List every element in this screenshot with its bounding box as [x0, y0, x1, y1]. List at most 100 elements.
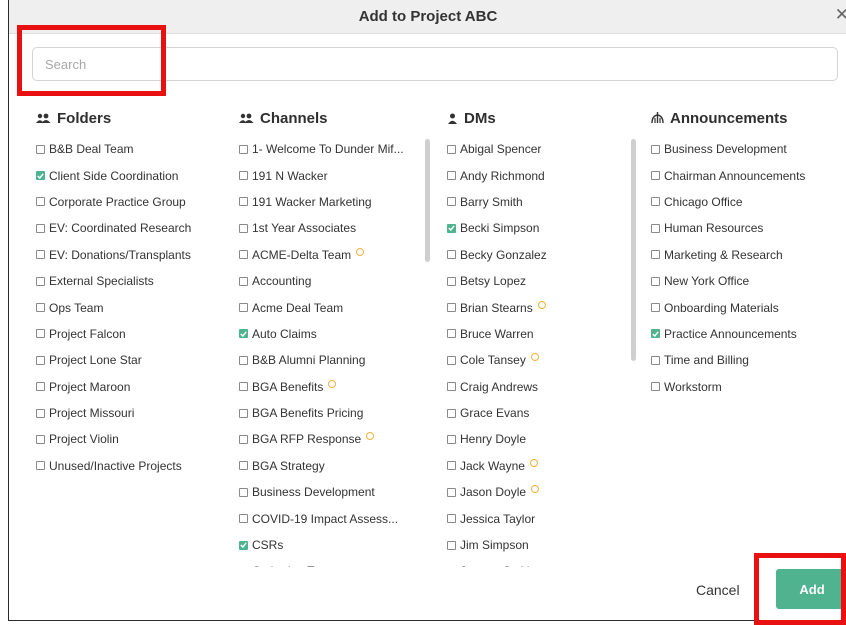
- checkbox-checked[interactable]: [651, 329, 660, 339]
- dm-item[interactable]: Becky Gonzalez: [447, 242, 547, 268]
- checkbox[interactable]: [651, 276, 660, 286]
- channel-item[interactable]: Business Development: [239, 479, 404, 505]
- checkbox[interactable]: [447, 487, 456, 497]
- checkbox[interactable]: [239, 382, 248, 392]
- folder-item[interactable]: Ops Team: [36, 294, 191, 320]
- checkbox-checked[interactable]: [36, 171, 45, 181]
- checkbox[interactable]: [651, 250, 660, 260]
- checkbox[interactable]: [651, 144, 660, 154]
- checkbox[interactable]: [239, 223, 248, 233]
- dms-scrollbar[interactable]: [631, 139, 636, 361]
- checkbox[interactable]: [36, 144, 45, 154]
- checkbox[interactable]: [239, 514, 248, 524]
- announcement-item[interactable]: Chairman Announcements: [651, 162, 805, 188]
- channel-item[interactable]: Acme Deal Team: [239, 294, 404, 320]
- checkbox[interactable]: [447, 250, 456, 260]
- checkbox[interactable]: [36, 382, 45, 392]
- checkbox[interactable]: [447, 408, 456, 418]
- checkbox[interactable]: [239, 144, 248, 154]
- checkbox[interactable]: [447, 540, 456, 550]
- announcement-item[interactable]: Time and Billing: [651, 347, 805, 373]
- checkbox[interactable]: [447, 197, 456, 207]
- dm-item[interactable]: Bruce Warren: [447, 321, 547, 347]
- channel-item[interactable]: CSRs: [239, 532, 404, 558]
- checkbox[interactable]: [447, 461, 456, 471]
- channel-item[interactable]: BGA Benefits Pricing: [239, 400, 404, 426]
- checkbox[interactable]: [447, 434, 456, 444]
- checkbox[interactable]: [447, 144, 456, 154]
- checkbox[interactable]: [651, 303, 660, 313]
- checkbox[interactable]: [36, 408, 45, 418]
- announcement-item[interactable]: Human Resources: [651, 215, 805, 241]
- dm-item[interactable]: Betsy Lopez: [447, 268, 547, 294]
- checkbox[interactable]: [36, 434, 45, 444]
- dm-item[interactable]: Barry Smith: [447, 189, 547, 215]
- checkbox[interactable]: [239, 197, 248, 207]
- checkbox[interactable]: [239, 461, 248, 471]
- channel-item[interactable]: Auto Claims: [239, 321, 404, 347]
- checkbox[interactable]: [651, 197, 660, 207]
- dm-item[interactable]: Andy Richmond: [447, 162, 547, 188]
- checkbox-checked[interactable]: [239, 329, 248, 339]
- checkbox-checked[interactable]: [239, 540, 248, 550]
- checkbox[interactable]: [651, 355, 660, 365]
- checkbox[interactable]: [447, 355, 456, 365]
- checkbox[interactable]: [447, 276, 456, 286]
- folder-item[interactable]: EV: Coordinated Research: [36, 215, 191, 241]
- checkbox[interactable]: [36, 197, 45, 207]
- announcement-item[interactable]: Practice Announcements: [651, 321, 805, 347]
- channel-item[interactable]: B&B Alumni Planning: [239, 347, 404, 373]
- checkbox[interactable]: [36, 250, 45, 260]
- channel-item[interactable]: 191 N Wacker: [239, 162, 404, 188]
- search-input[interactable]: [32, 47, 838, 81]
- close-icon[interactable]: ✕: [835, 5, 846, 25]
- channel-item[interactable]: BGA Benefits: [239, 374, 404, 400]
- checkbox[interactable]: [239, 276, 248, 286]
- announcement-item[interactable]: Chicago Office: [651, 189, 805, 215]
- checkbox[interactable]: [36, 329, 45, 339]
- checkbox-checked[interactable]: [447, 223, 456, 233]
- folder-item[interactable]: EV: Donations/Transplants: [36, 242, 191, 268]
- checkbox[interactable]: [447, 329, 456, 339]
- dm-item[interactable]: Jessica Taylor: [447, 505, 547, 531]
- announcement-item[interactable]: Onboarding Materials: [651, 294, 805, 320]
- dm-item[interactable]: Abigal Spencer: [447, 136, 547, 162]
- announcement-item[interactable]: Marketing & Research: [651, 242, 805, 268]
- dm-item[interactable]: Henry Doyle: [447, 426, 547, 452]
- dm-item[interactable]: Grace Evans: [447, 400, 547, 426]
- channel-item[interactable]: BGA Strategy: [239, 453, 404, 479]
- checkbox[interactable]: [239, 434, 248, 444]
- channel-item[interactable]: Cathering Team: [239, 558, 404, 567]
- checkbox[interactable]: [36, 355, 45, 365]
- folder-item[interactable]: Corporate Practice Group: [36, 189, 191, 215]
- folder-item[interactable]: Project Maroon: [36, 374, 191, 400]
- folder-item[interactable]: Project Falcon: [36, 321, 191, 347]
- channel-item[interactable]: BGA RFP Response: [239, 426, 404, 452]
- channel-item[interactable]: 1- Welcome To Dunder Mif...: [239, 136, 404, 162]
- folder-item[interactable]: Project Lone Star: [36, 347, 191, 373]
- channel-item[interactable]: COVID-19 Impact Assess...: [239, 505, 404, 531]
- checkbox[interactable]: [239, 355, 248, 365]
- folder-item[interactable]: Client Side Coordination: [36, 162, 191, 188]
- folder-item[interactable]: B&B Deal Team: [36, 136, 191, 162]
- folder-item[interactable]: Unused/Inactive Projects: [36, 453, 191, 479]
- dm-item[interactable]: Brian Stearns: [447, 294, 547, 320]
- folder-item[interactable]: Project Violin: [36, 426, 191, 452]
- add-button[interactable]: Add: [776, 569, 846, 609]
- cancel-button[interactable]: Cancel: [696, 582, 740, 598]
- dm-item[interactable]: Jason Doyle: [447, 479, 547, 505]
- checkbox[interactable]: [36, 461, 45, 471]
- checkbox[interactable]: [651, 223, 660, 233]
- checkbox[interactable]: [239, 408, 248, 418]
- checkbox[interactable]: [651, 171, 660, 181]
- checkbox[interactable]: [447, 171, 456, 181]
- announcement-item[interactable]: New York Office: [651, 268, 805, 294]
- folder-item[interactable]: Project Missouri: [36, 400, 191, 426]
- dm-item[interactable]: Cole Tansey: [447, 347, 547, 373]
- channel-item[interactable]: 1st Year Associates: [239, 215, 404, 241]
- dm-item[interactable]: Craig Andrews: [447, 374, 547, 400]
- checkbox[interactable]: [239, 171, 248, 181]
- folder-item[interactable]: External Specialists: [36, 268, 191, 294]
- checkbox[interactable]: [36, 223, 45, 233]
- checkbox[interactable]: [36, 303, 45, 313]
